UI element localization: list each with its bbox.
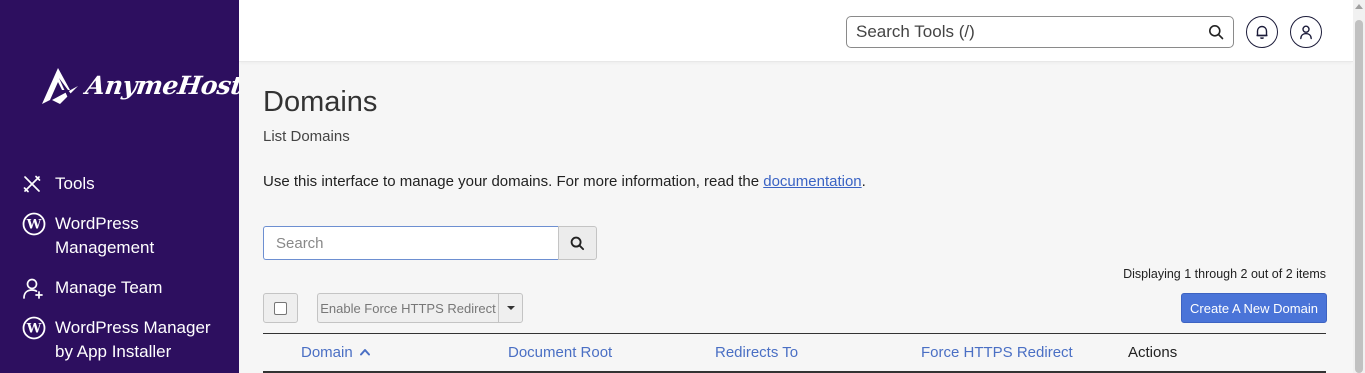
page-title: Domains [263,86,378,118]
column-header-actions: Actions [1128,344,1178,361]
table-header: Domain Document Root Redirects To Force … [263,333,1326,373]
column-header-domain[interactable]: Domain [301,344,371,361]
column-header-label: Domain [301,344,353,361]
sidebar: AnymeHost Tools W WordPress Management M… [0,0,239,373]
bell-icon [1256,25,1268,39]
domain-search [263,226,597,260]
page-subtitle: List Domains [263,128,350,145]
user-icon [1300,25,1312,40]
notifications-button[interactable] [1246,16,1278,48]
sidebar-nav: Tools W WordPress Management Manage Team [22,172,232,373]
force-https-dropdown-toggle[interactable] [498,293,523,323]
chevron-down-icon [506,306,515,310]
documentation-link[interactable]: documentation [763,173,861,190]
tool-search-box [846,16,1234,48]
domain-search-button[interactable] [558,226,597,260]
wordpress-icon: W [22,212,48,236]
page-scrollbar[interactable] [1353,0,1365,373]
domain-search-input[interactable] [263,226,558,260]
column-header-document-root[interactable]: Document Root [508,344,612,361]
scroll-up-arrow-icon[interactable] [1355,4,1363,9]
svg-text:W: W [26,218,42,233]
enable-force-https-button[interactable]: Enable Force HTTPS Redirect [317,293,498,323]
item-count: Displaying 1 through 2 out of 2 items [1123,267,1326,281]
column-header-force-https[interactable]: Force HTTPS Redirect [921,344,1073,361]
wordpress-icon: W [22,316,48,340]
svg-text:W: W [26,322,42,337]
logo-mark-icon [42,68,78,104]
tools-icon [22,172,48,196]
sidebar-item-label: WordPress Manager by App Installer [55,318,211,361]
create-domain-button[interactable]: Create A New Domain [1181,293,1327,323]
select-all-wrapper[interactable] [263,293,298,323]
scrollbar-thumb[interactable] [1355,20,1363,373]
main-content: Domains List Domains Use this interface … [263,62,1327,373]
logo-text: AnymeHost [83,70,239,100]
sidebar-item-wordpress-manager[interactable]: W WordPress Manager by App Installer [22,316,232,364]
sidebar-item-manage-team[interactable]: Manage Team [22,276,232,300]
intro-text-body: Use this interface to manage your domain… [263,173,764,190]
brand-logo[interactable]: AnymeHost [40,64,239,106]
user-menu-button[interactable] [1290,16,1322,48]
intro-text: Use this interface to manage your domain… [263,173,866,190]
intro-text-suffix: . [861,173,866,190]
column-header-redirects-to[interactable]: Redirects To [715,344,798,361]
sidebar-item-label: Manage Team [55,278,163,297]
search-icon [570,236,585,250]
force-https-button-group: Enable Force HTTPS Redirect [317,293,523,323]
sort-ascending-icon [359,349,370,356]
sidebar-item-label: WordPress Management [55,214,155,257]
sidebar-item-label: Tools [55,174,95,193]
select-all-checkbox[interactable] [274,301,287,315]
top-bar [239,0,1353,62]
sidebar-item-tools[interactable]: Tools [22,172,232,196]
search-icon[interactable] [1208,24,1224,45]
manage-team-icon [22,276,48,300]
sidebar-item-wordpress-management[interactable]: W WordPress Management [22,212,232,260]
tool-search-input[interactable] [847,17,1187,47]
